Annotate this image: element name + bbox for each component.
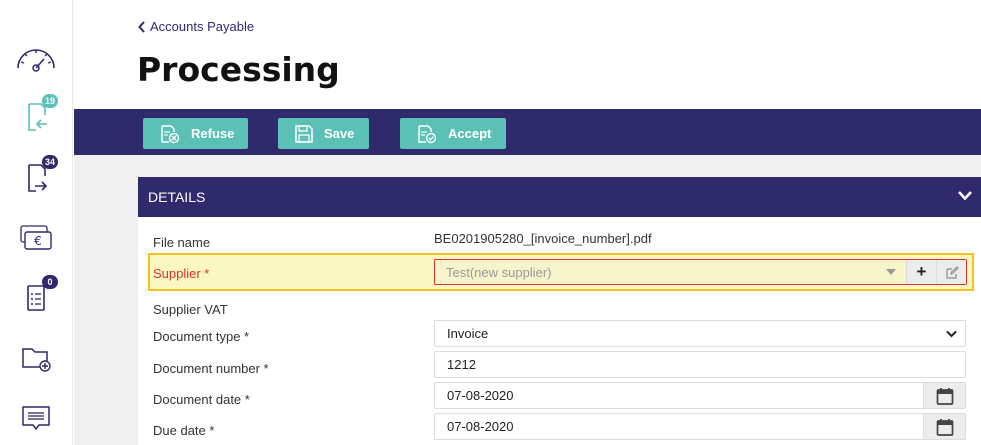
document-date-input[interactable]: 07-08-2020 bbox=[434, 382, 966, 409]
document-type-label: Document type * bbox=[153, 329, 250, 344]
add-supplier-button[interactable]: + bbox=[906, 260, 936, 284]
outgoing-count-badge: 34 bbox=[41, 155, 58, 169]
document-number-label: Document number * bbox=[153, 361, 269, 376]
document-list-icon[interactable]: 0 bbox=[14, 275, 58, 318]
payments-euro-icon[interactable]: € bbox=[14, 218, 58, 258]
file-name-value: BE0201905280_[invoice_number].pdf bbox=[434, 231, 652, 246]
details-panel: DETAILS File name BE0201905280_[invoice_… bbox=[138, 177, 981, 445]
document-number-row: Document number * 1212 bbox=[138, 349, 981, 380]
document-number-input[interactable]: 1212 bbox=[434, 351, 966, 378]
svg-text:€: € bbox=[34, 234, 42, 248]
incoming-count-badge: 19 bbox=[41, 94, 58, 108]
action-toolbar: Refuse Save Accept bbox=[74, 109, 981, 155]
details-panel-title: DETAILS bbox=[148, 189, 206, 205]
add-folder-icon[interactable] bbox=[14, 338, 58, 378]
save-button-label: Save bbox=[324, 126, 355, 141]
supplier-vat-label: Supplier VAT bbox=[153, 302, 228, 317]
document-type-value: Invoice bbox=[447, 326, 489, 341]
accept-button-label: Accept bbox=[448, 126, 492, 141]
due-date-label: Due date * bbox=[153, 423, 215, 438]
document-list-count-badge: 0 bbox=[42, 275, 58, 289]
document-date-row: Document date * 07-08-2020 bbox=[138, 380, 981, 411]
refuse-document-icon bbox=[161, 124, 180, 143]
due-date-value: 07-08-2020 bbox=[447, 419, 514, 434]
supplier-label: Supplier * bbox=[153, 266, 210, 281]
chevron-left-icon bbox=[138, 20, 145, 33]
file-name-label: File name bbox=[153, 235, 211, 250]
refuse-button-label: Refuse bbox=[191, 126, 235, 141]
document-type-row: Document type * Invoice bbox=[138, 318, 981, 349]
calendar-icon[interactable] bbox=[923, 414, 965, 439]
supplier-select[interactable]: Test(new supplier) + bbox=[434, 259, 967, 285]
page-title: Processing bbox=[137, 50, 340, 89]
edit-supplier-icon[interactable] bbox=[936, 260, 966, 284]
save-disk-icon bbox=[295, 124, 313, 143]
sidebar: 19 34 € 0 bbox=[0, 0, 73, 445]
accept-document-icon bbox=[418, 124, 437, 143]
messages-icon[interactable] bbox=[14, 398, 58, 438]
outgoing-documents-icon[interactable]: 34 bbox=[14, 155, 58, 198]
document-date-label: Document date * bbox=[153, 392, 250, 407]
refuse-button[interactable]: Refuse bbox=[143, 118, 248, 149]
due-date-input[interactable]: 07-08-2020 bbox=[434, 413, 966, 440]
chevron-down-icon[interactable] bbox=[957, 189, 973, 203]
document-type-select[interactable]: Invoice bbox=[434, 320, 966, 347]
save-button[interactable]: Save bbox=[278, 118, 369, 149]
breadcrumb[interactable]: Accounts Payable bbox=[138, 19, 254, 34]
caret-down-icon[interactable] bbox=[876, 269, 906, 275]
supplier-select-value: Test(new supplier) bbox=[446, 264, 552, 280]
details-panel-header[interactable]: DETAILS bbox=[138, 177, 981, 217]
calendar-icon[interactable] bbox=[923, 383, 965, 408]
chevron-down-icon bbox=[946, 330, 957, 337]
accept-button[interactable]: Accept bbox=[400, 118, 506, 149]
document-date-value: 07-08-2020 bbox=[447, 388, 514, 403]
dashboard-gauge-icon[interactable] bbox=[14, 37, 58, 77]
breadcrumb-back-link[interactable]: Accounts Payable bbox=[150, 19, 254, 34]
due-date-row: Due date * 07-08-2020 bbox=[138, 411, 981, 442]
supplier-row: Supplier * Test(new supplier) + bbox=[148, 253, 974, 291]
incoming-documents-icon[interactable]: 19 bbox=[14, 94, 58, 137]
